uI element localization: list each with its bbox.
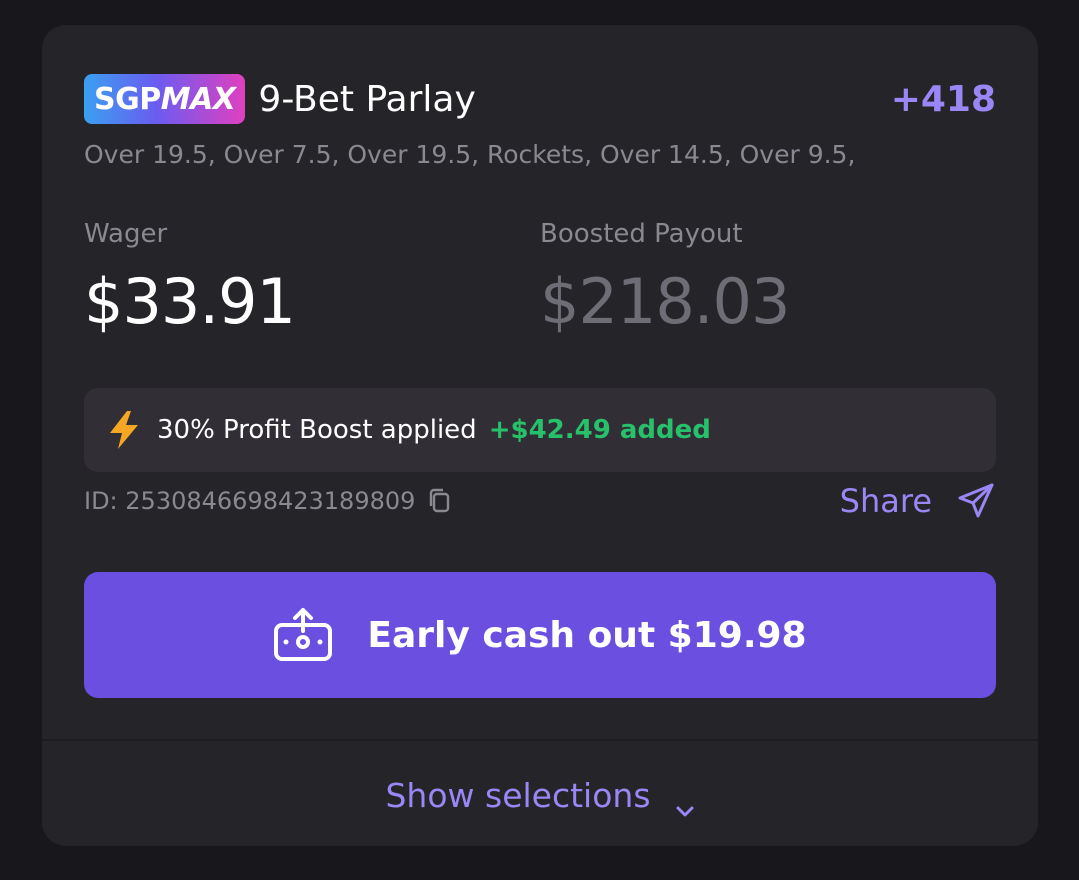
payout-label: Boosted Payout [540, 219, 743, 249]
badge-sgp-text: SGP [94, 81, 161, 117]
show-selections-label: Show selections [385, 775, 651, 815]
send-icon [956, 481, 996, 521]
badge-max-text: MAX [160, 81, 236, 117]
cashout-label: Early cash out $19.98 [367, 614, 807, 656]
boost-text: 30% Profit Boost applied [157, 415, 477, 445]
share-button[interactable]: Share [840, 477, 996, 525]
boost-added-amount: +$42.49 added [488, 415, 711, 445]
payout-value: $218.03 [540, 265, 790, 338]
bet-id-row: ID: 2530846698423189809 [84, 481, 453, 521]
bet-card: SGP MAX 9-Bet Parlay +418 Over 19.5, Ove… [42, 25, 1038, 846]
copy-icon[interactable] [427, 487, 453, 515]
divider [42, 739, 1038, 741]
bet-odds: +418 [890, 78, 996, 120]
wager-value: $33.91 [84, 265, 296, 338]
profit-boost-banner: 30% Profit Boost applied +$42.49 added [84, 388, 996, 472]
bet-header: SGP MAX 9-Bet Parlay +418 [84, 73, 996, 125]
wager-label: Wager [84, 219, 168, 249]
lightning-bolt-icon [106, 410, 142, 450]
legs-summary: Over 19.5, Over 7.5, Over 19.5, Rockets,… [84, 140, 856, 169]
sgpmax-badge: SGP MAX [84, 74, 246, 124]
early-cashout-button[interactable]: Early cash out $19.98 [84, 572, 996, 698]
show-selections-button[interactable]: Show selections [42, 765, 1038, 825]
cashout-icon [273, 607, 333, 663]
bet-title: 9-Bet Parlay [258, 78, 476, 120]
bet-id: ID: 2530846698423189809 [84, 487, 416, 515]
share-label: Share [839, 482, 932, 520]
chevron-down-icon [675, 788, 695, 817]
